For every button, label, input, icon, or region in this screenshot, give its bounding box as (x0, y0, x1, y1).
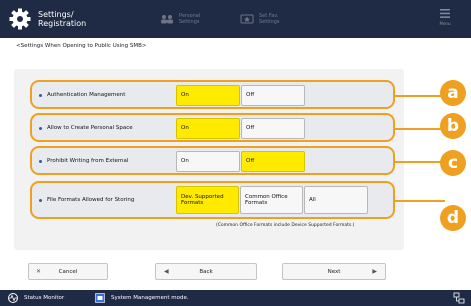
back-button[interactable]: ◀ Back (155, 263, 257, 280)
favorite-settings-icon (240, 14, 254, 24)
next-label: Next (327, 268, 341, 275)
cancel-button[interactable]: ✕ Cancel (28, 263, 108, 280)
callout-b: b (440, 113, 466, 139)
bullet-icon (39, 160, 42, 163)
breadcrumb: <Settings When Opening to Public Using S… (16, 43, 147, 49)
back-label: Back (199, 268, 213, 275)
personal-space-on-button[interactable]: On (176, 118, 240, 139)
arrow-right-icon: ▶ (372, 268, 377, 275)
status-monitor-button[interactable]: Status Monitor (8, 290, 64, 306)
menu-button[interactable]: Menu (433, 6, 457, 32)
callout-connector (395, 161, 445, 163)
bullet-icon (39, 199, 42, 202)
personal-settings-button[interactable]: Personal Settings (160, 6, 200, 32)
prohibit-writing-off-button[interactable]: Off (241, 151, 305, 172)
status-monitor-label: Status Monitor (24, 295, 65, 301)
callout-c: c (440, 150, 466, 176)
callout-connector (395, 200, 445, 202)
bullet-icon (39, 94, 42, 97)
setting-row-authentication-management: Authentication Management On Off (30, 80, 395, 109)
option-label: Common Office Formats (245, 193, 288, 207)
all-formats-button[interactable]: All (304, 186, 368, 214)
option-label: Off (246, 92, 255, 99)
status-bar: Status Monitor System Management mode. (0, 290, 471, 306)
people-icon (161, 15, 173, 24)
setting-row-allow-personal-space: Allow to Create Personal Space On Off (30, 113, 395, 142)
settings-registration-button[interactable]: Settings/ Registration (8, 5, 92, 33)
authentication-on-button[interactable]: On (176, 85, 240, 106)
callout-a: a (440, 80, 466, 106)
option-label: On (181, 125, 189, 132)
system-mode-label: System Management mode. (111, 295, 189, 301)
setting-label: Authentication Management (47, 91, 126, 98)
dev-supported-formats-button[interactable]: Dev. Supported Formats (176, 186, 239, 214)
option-label: Dev. Supported Formats (181, 193, 224, 207)
system-management-icon (95, 293, 105, 303)
set-fav-label-2: Settings (259, 19, 280, 25)
formats-note: (Common Office Formats include Device Su… (216, 223, 355, 228)
set-fav-settings-button[interactable]: Set Fav. Settings (240, 6, 280, 32)
menu-icon (440, 9, 450, 18)
option-label: All (309, 196, 316, 203)
setting-label: Allow to Create Personal Space (47, 124, 133, 131)
header-bar: Settings/ Registration Personal Settings… (0, 0, 471, 38)
option-label: On (181, 158, 189, 165)
network-icon (453, 292, 465, 304)
setting-row-file-formats: File Formats Allowed for Storing Dev. Su… (30, 181, 395, 219)
prohibit-writing-on-button[interactable]: On (176, 151, 240, 172)
menu-label: Menu (439, 21, 451, 26)
callout-d: d (440, 205, 466, 231)
cancel-label: Cancel (58, 268, 78, 275)
personal-space-off-button[interactable]: Off (241, 118, 305, 139)
header-title-line2: Registration (38, 19, 87, 28)
personal-settings-label-2: Settings (179, 19, 200, 25)
header-title: Settings/ Registration (38, 10, 86, 28)
system-mode-indicator: System Management mode. (95, 290, 189, 306)
option-label: Off (246, 125, 255, 132)
bullet-icon (39, 127, 42, 130)
network-button[interactable] (453, 290, 465, 306)
header-title-line1: Settings/ (38, 10, 74, 19)
next-button[interactable]: Next ▶ (282, 263, 386, 280)
option-label: Off (246, 158, 255, 165)
setting-row-prohibit-writing: Prohibit Writing from External On Off (30, 146, 395, 175)
setting-label: File Formats Allowed for Storing (47, 197, 135, 203)
callout-connector (395, 128, 445, 130)
callout-connector (395, 95, 445, 97)
authentication-off-button[interactable]: Off (241, 85, 305, 106)
gear-icon (9, 8, 31, 30)
option-label: On (181, 92, 189, 99)
common-office-formats-button[interactable]: Common Office Formats (240, 186, 303, 214)
setting-label: Prohibit Writing from External (47, 157, 129, 164)
status-monitor-icon (8, 293, 18, 303)
